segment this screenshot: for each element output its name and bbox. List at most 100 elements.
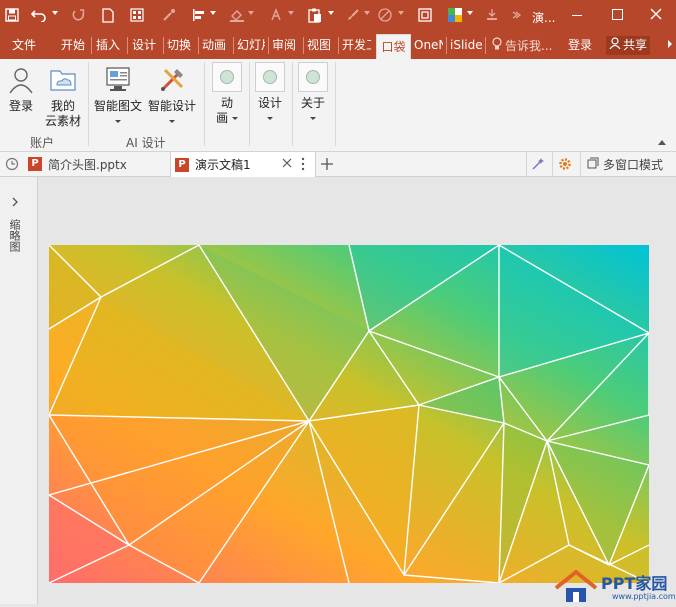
ribbon: 登录 我的 云素材 账户 智能图文 智能设计 AI 设计 动 画 设计 关于: [0, 59, 676, 152]
account-login-button[interactable]: 登录: [4, 65, 38, 114]
brush-dropdown-icon[interactable]: [364, 11, 370, 15]
close-icon[interactable]: [648, 6, 664, 22]
watermark-text: PPT家园: [601, 574, 668, 593]
paste-icon[interactable]: [306, 0, 324, 30]
doc-tab-intro[interactable]: P 简介头图.pptx: [24, 152, 170, 176]
cloud-icon: [48, 65, 78, 95]
my-cloud-button[interactable]: 我的 云素材: [44, 65, 82, 129]
collapse-ribbon-icon[interactable]: [658, 140, 666, 145]
more-icon[interactable]: [301, 157, 305, 174]
animate-label-2: 画: [210, 111, 244, 126]
redo-icon[interactable]: [70, 0, 88, 30]
smart-graphic-button[interactable]: 智能图文: [92, 65, 144, 129]
tab-transitions[interactable]: 切换: [167, 33, 195, 57]
design-icon: [255, 62, 285, 92]
login-link[interactable]: 登录: [568, 33, 592, 57]
font-color-icon[interactable]: [268, 0, 284, 30]
undo-dropdown-icon[interactable]: [52, 11, 58, 15]
tab-home[interactable]: 开始: [61, 33, 89, 57]
multi-window-label: 多窗口模式: [603, 157, 664, 172]
thumbnail-pane-label[interactable]: 缩略图: [8, 219, 22, 252]
eyedropper-icon[interactable]: [160, 0, 178, 30]
save-icon[interactable]: [2, 0, 22, 30]
undo-icon[interactable]: [30, 0, 48, 30]
ai-group-label: AI 设计: [126, 136, 166, 150]
share-button[interactable]: 共享: [606, 36, 651, 55]
design-button[interactable]: 设计: [253, 62, 287, 126]
qr-icon[interactable]: [128, 0, 146, 30]
smart-design-icon: [157, 65, 187, 95]
powerpoint-icon: P: [28, 157, 42, 171]
shape-dropdown-icon[interactable]: [398, 11, 404, 15]
doc-tab-title: 简介头图.pptx: [48, 157, 127, 172]
tab-insert[interactable]: 插入: [96, 33, 124, 57]
about-icon: [298, 62, 328, 92]
brush-icon[interactable]: [344, 0, 362, 30]
new-doc-icon[interactable]: [99, 0, 117, 30]
layers-more-icon[interactable]: [508, 0, 524, 30]
shape-icon[interactable]: [376, 0, 394, 30]
font-color-dropdown-icon[interactable]: [288, 11, 294, 15]
smart-design-button[interactable]: 智能设计: [146, 65, 198, 129]
powerpoint-icon: P: [175, 157, 189, 172]
thumbnail-pane: 缩略图: [0, 177, 38, 604]
tab-scroll-right-icon[interactable]: [668, 40, 672, 48]
align-dropdown-icon[interactable]: [210, 11, 216, 15]
color-palette-icon[interactable]: [446, 0, 464, 30]
align-icon[interactable]: [190, 0, 208, 30]
minimize-icon[interactable]: [572, 15, 582, 16]
close-tab-icon[interactable]: [281, 157, 293, 172]
about-button[interactable]: 关于: [296, 62, 330, 126]
smart-graphic-label: 智能图文: [93, 99, 142, 113]
tab-file[interactable]: 文件: [12, 33, 42, 57]
expand-pane-icon[interactable]: [11, 196, 19, 210]
tab-slideshow[interactable]: 幻灯片: [237, 33, 265, 57]
tab-animations[interactable]: 动画: [202, 33, 230, 57]
title-bar: 演...: [0, 0, 676, 33]
document-tabs: P 简介头图.pptx P 演示文稿1 多窗口模式: [0, 152, 676, 177]
account-login-label: 登录: [8, 99, 33, 113]
smart-design-label: 智能设计: [147, 99, 196, 113]
design-label: 设计: [257, 96, 282, 110]
palette-dropdown-icon[interactable]: [467, 11, 473, 15]
fill-dropdown-icon[interactable]: [248, 11, 254, 15]
tab-design[interactable]: 设计: [132, 33, 160, 57]
fill-icon[interactable]: [228, 0, 246, 30]
magic-icon[interactable]: [526, 152, 549, 176]
paste-dropdown-icon[interactable]: [328, 11, 334, 15]
tab-islide[interactable]: iSlide: [450, 33, 482, 57]
my-cloud-label-2: 云素材: [44, 114, 81, 128]
tell-me-box[interactable]: 告诉我...: [492, 37, 552, 54]
tab-view[interactable]: 视图: [307, 33, 335, 57]
smart-graphic-icon: [103, 65, 133, 95]
person-icon: [609, 36, 621, 55]
crop-icon[interactable]: [416, 0, 434, 30]
account-group-label: 账户: [30, 136, 55, 150]
animate-button[interactable]: 动 画: [210, 62, 244, 126]
doc-tab-presentation1[interactable]: P 演示文稿1: [170, 152, 316, 177]
tell-me-text: 告诉我...: [505, 39, 553, 53]
tab-review[interactable]: 审阅: [272, 33, 300, 57]
lightbulb-icon: [492, 37, 502, 54]
animate-label-1: 动: [220, 96, 233, 110]
ribbon-tabs: 文件 开始 插入 设计 切换 动画 幻灯片 审阅 视图 开发工具 口袋 OneN…: [0, 33, 676, 60]
tab-pocket[interactable]: 口袋: [376, 34, 411, 60]
multi-window-button[interactable]: 多窗口模式: [580, 152, 676, 176]
settings-icon[interactable]: [552, 152, 577, 176]
slide-canvas[interactable]: [49, 245, 649, 583]
new-tab-icon[interactable]: [318, 152, 336, 176]
workspace: 缩略图: [0, 177, 676, 604]
history-icon[interactable]: [2, 152, 22, 176]
doc-tab-title: 演示文稿1: [195, 158, 251, 172]
animate-icon: [212, 62, 242, 92]
tab-developer[interactable]: 开发工具: [342, 33, 371, 57]
multi-window-icon: [587, 157, 599, 172]
low-poly-background: [49, 245, 649, 583]
layers-icon[interactable]: [483, 0, 501, 30]
tab-onenote[interactable]: OneNote: [414, 33, 443, 57]
about-label: 关于: [300, 96, 325, 110]
watermark-url: www.pptjia.com: [612, 592, 676, 601]
share-label: 共享: [623, 38, 648, 52]
maximize-icon[interactable]: [612, 9, 623, 20]
document-title: 演...: [532, 11, 556, 25]
